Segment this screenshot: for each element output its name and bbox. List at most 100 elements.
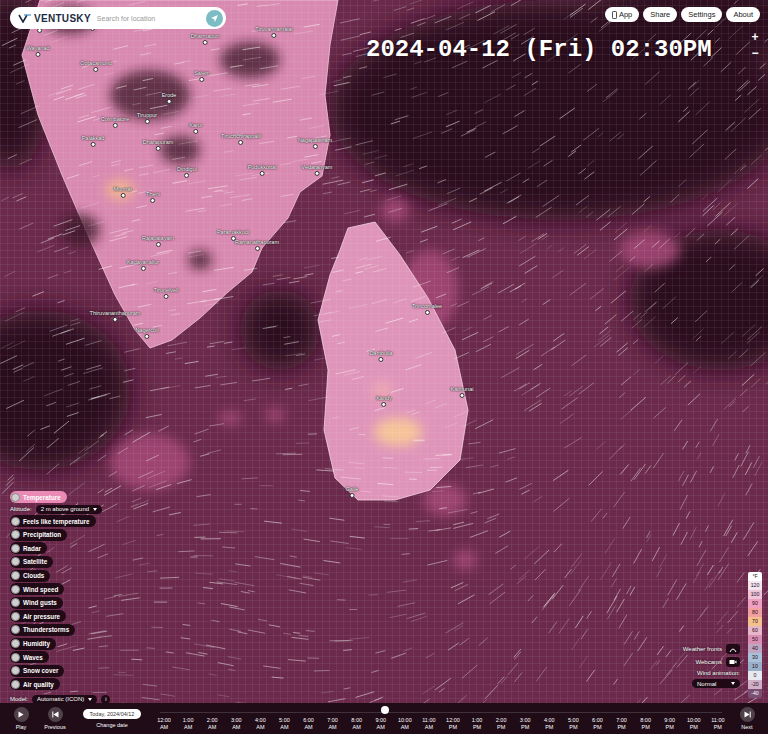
top-button[interactable]: Settings: [681, 7, 722, 22]
layer-item[interactable]: Air quality: [10, 678, 60, 690]
legend-unit[interactable]: °F: [748, 572, 762, 581]
hour-time: 6:00: [585, 717, 609, 723]
top-button[interactable]: About: [726, 7, 760, 22]
hour-label[interactable]: 7:00AM: [321, 717, 345, 730]
place-pin[interactable]: Rajapalayam: [142, 235, 174, 247]
place-pin[interactable]: Munnar: [114, 186, 133, 198]
place-pin[interactable]: Ootacamund: [80, 60, 112, 72]
place-dot: [150, 198, 155, 203]
place-pin[interactable]: Palakkad: [82, 135, 105, 147]
locate-button[interactable]: [206, 10, 223, 27]
layer-item[interactable]: Thunderstorms: [10, 624, 75, 636]
hour-label[interactable]: 2:00AM: [200, 717, 224, 730]
layer-item[interactable]: Air pressure: [10, 610, 66, 622]
hour-label[interactable]: 8:00AM: [345, 717, 369, 730]
place-pin[interactable]: Galle: [346, 486, 359, 498]
hour-label[interactable]: 1:00AM: [176, 717, 200, 730]
previous-circle: [48, 707, 63, 722]
previous-button[interactable]: Previous: [38, 707, 72, 730]
place-dot: [36, 52, 41, 57]
hour-ampm: PM: [658, 724, 682, 730]
zoom-in-button[interactable]: +: [748, 30, 762, 44]
hour-label[interactable]: 3:00AM: [224, 717, 248, 730]
webcams-toggle[interactable]: [726, 657, 740, 667]
weather-fronts-toggle[interactable]: [726, 644, 740, 654]
hour-label[interactable]: 5:00PM: [561, 717, 585, 730]
hour-label[interactable]: 9:00AM: [369, 717, 393, 730]
hour-label[interactable]: 11:00PM: [706, 717, 730, 730]
top-button[interactable]: Share: [643, 7, 677, 22]
layer-item[interactable]: Feels like temperature: [10, 515, 96, 527]
place-pin[interactable]: Coimbatore: [101, 116, 129, 128]
legend-label: 0: [754, 673, 757, 678]
place-pin[interactable]: Tiruppur: [137, 112, 157, 124]
search-input[interactable]: [95, 14, 202, 23]
hour-label[interactable]: 3:00PM: [513, 717, 537, 730]
place-pin[interactable]: Theni: [146, 191, 160, 203]
place-pin[interactable]: Vedaranyam: [302, 164, 333, 176]
place-pin[interactable]: Kadayanallur: [127, 259, 159, 271]
hour-label[interactable]: 4:00PM: [537, 717, 561, 730]
hour-label[interactable]: 1:00PM: [465, 717, 489, 730]
layer-item[interactable]: Radar: [10, 542, 47, 554]
place-pin[interactable]: Tirunelveli: [154, 287, 179, 299]
hour-label[interactable]: 12:00PM: [441, 717, 465, 730]
hour-label[interactable]: 10:00PM: [682, 717, 706, 730]
place-pin[interactable]: Kalmunai: [451, 386, 474, 398]
place-pin[interactable]: Dharmapuri: [191, 33, 220, 45]
place-pin[interactable]: Dharapuram: [143, 139, 174, 151]
layer-item[interactable]: Temperature: [10, 491, 67, 503]
place-pin[interactable]: Ramanathapuram: [235, 239, 279, 251]
hour-label[interactable]: 9:00PM: [658, 717, 682, 730]
place-pin[interactable]: Thiruvananthapuram: [90, 310, 141, 322]
time-track[interactable]: [160, 709, 722, 713]
info-button[interactable]: i: [101, 695, 110, 703]
layer-item[interactable]: Humidity: [10, 638, 56, 650]
layer-item[interactable]: Waves: [10, 651, 49, 663]
place-pin[interactable]: Wayanad: [26, 45, 49, 57]
layer-item[interactable]: Snow cover: [10, 665, 64, 677]
altitude-select[interactable]: 2 m above ground: [36, 505, 102, 514]
model-select[interactable]: Automatic (ICON): [32, 695, 97, 703]
weather-fronts-row[interactable]: Weather fronts: [683, 644, 740, 654]
hour-label[interactable]: 2:00PM: [489, 717, 513, 730]
hour-label[interactable]: 8:00PM: [634, 717, 658, 730]
layer-item[interactable]: Wind speed: [10, 583, 64, 595]
time-knob[interactable]: [381, 706, 389, 714]
hour-ampm: AM: [152, 724, 176, 730]
place-pin[interactable]: Kandy: [376, 395, 392, 407]
hour-label[interactable]: 12:00AM: [152, 717, 176, 730]
hour-label[interactable]: 5:00AM: [272, 717, 296, 730]
place-pin[interactable]: Pudukkottai: [248, 164, 277, 176]
zoom-out-button[interactable]: −: [748, 46, 762, 60]
place-pin[interactable]: Dambulla: [369, 350, 392, 362]
top-button[interactable]: App: [605, 7, 639, 22]
wind-animation-select[interactable]: Normal: [692, 679, 740, 688]
weather-map[interactable]: HunsurMysuruDharmapuriTiruvannamalaiWaya…: [0, 0, 768, 703]
place-pin[interactable]: Nagercoil: [135, 327, 158, 339]
layer-item[interactable]: Precipitation: [10, 529, 67, 541]
place-pin[interactable]: Nagapattinam: [298, 137, 332, 149]
date-picker[interactable]: Today, 2024/04/12Change date: [72, 709, 152, 728]
place-pin[interactable]: Tiruvannamalai: [255, 26, 292, 38]
place-pin[interactable]: Erode: [162, 92, 177, 104]
place-pin[interactable]: Tiruchchirappalli: [221, 133, 261, 145]
layer-item[interactable]: Wind gusts: [10, 597, 63, 609]
date-field[interactable]: Today, 2024/04/12: [83, 709, 142, 719]
place-pin[interactable]: Dindigul: [177, 166, 197, 178]
logo[interactable]: VENTUSKY: [18, 13, 91, 24]
layer-item[interactable]: Satellite: [10, 556, 53, 568]
hour-label[interactable]: 7:00PM: [609, 717, 633, 730]
hour-label[interactable]: 6:00PM: [585, 717, 609, 730]
play-button[interactable]: Play: [4, 707, 38, 730]
place-pin[interactable]: Karur: [189, 122, 202, 134]
hour-label[interactable]: 4:00AM: [248, 717, 272, 730]
hour-label[interactable]: 10:00AM: [393, 717, 417, 730]
hour-label[interactable]: 6:00AM: [296, 717, 320, 730]
place-pin[interactable]: Trincomalee: [412, 303, 442, 315]
next-button[interactable]: Next: [730, 707, 764, 730]
hour-label[interactable]: 11:00AM: [417, 717, 441, 730]
layer-item[interactable]: Clouds: [10, 570, 50, 582]
place-pin[interactable]: Salem: [194, 70, 210, 82]
webcams-row[interactable]: Webcams: [695, 657, 740, 667]
